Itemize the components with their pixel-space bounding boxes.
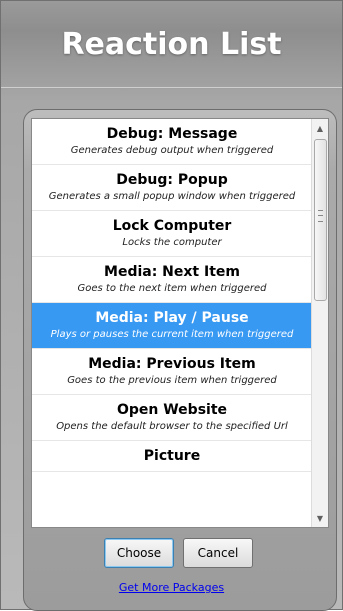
scroll-up-arrow-icon[interactable]: ▲	[315, 121, 325, 135]
list-item-picture[interactable]: Picture	[32, 441, 312, 472]
cancel-button[interactable]: Cancel	[183, 538, 253, 568]
item-description: Locks the computer	[122, 237, 222, 248]
list-item-debug-message[interactable]: Debug: Message Generates debug output wh…	[32, 119, 312, 165]
item-description: Generates debug output when triggered	[70, 145, 274, 156]
thumb-grip-icon	[318, 210, 323, 222]
item-title: Lock Computer	[112, 218, 232, 234]
reaction-list-window: Reaction List Debug: Message Generates d…	[0, 0, 343, 611]
list-item-debug-popup[interactable]: Debug: Popup Generates a small popup win…	[32, 165, 312, 211]
choose-button[interactable]: Choose	[104, 538, 174, 568]
list-item-media-play-pause[interactable]: Media: Play / Pause Plays or pauses the …	[32, 303, 312, 349]
item-title: Media: Previous Item	[88, 356, 256, 372]
scroll-down-arrow-icon[interactable]: ▼	[315, 511, 325, 525]
get-more-packages-link[interactable]: Get More Packages	[1, 581, 342, 594]
item-description: Goes to the previous item when triggered	[67, 375, 277, 386]
list-item-open-website[interactable]: Open Website Opens the default browser t…	[32, 395, 312, 441]
item-description: Plays or pauses the current item when tr…	[50, 329, 294, 340]
reaction-listbox[interactable]: Debug: Message Generates debug output wh…	[31, 118, 329, 528]
item-title: Debug: Message	[106, 126, 238, 142]
item-title: Open Website	[116, 402, 228, 418]
item-description: Opens the default browser to the specifi…	[56, 421, 288, 432]
list-item-lock-computer[interactable]: Lock Computer Locks the computer	[32, 211, 312, 257]
window-title: Reaction List	[61, 26, 282, 62]
list-viewport: Debug: Message Generates debug output wh…	[32, 119, 312, 527]
item-description: Goes to the next item when triggered	[77, 283, 267, 294]
scrollbar-thumb[interactable]	[314, 139, 327, 301]
item-title: Media: Play / Pause	[95, 310, 249, 326]
list-item-media-previous[interactable]: Media: Previous Item Goes to the previou…	[32, 349, 312, 395]
vertical-scrollbar[interactable]: ▲ ▼	[311, 119, 328, 527]
item-title: Picture	[143, 448, 201, 464]
item-description: Generates a small popup window when trig…	[48, 191, 296, 202]
list-item-media-next[interactable]: Media: Next Item Goes to the next item w…	[32, 257, 312, 303]
item-title: Media: Next Item	[104, 264, 240, 280]
title-divider	[1, 87, 342, 89]
item-title: Debug: Popup	[116, 172, 228, 188]
